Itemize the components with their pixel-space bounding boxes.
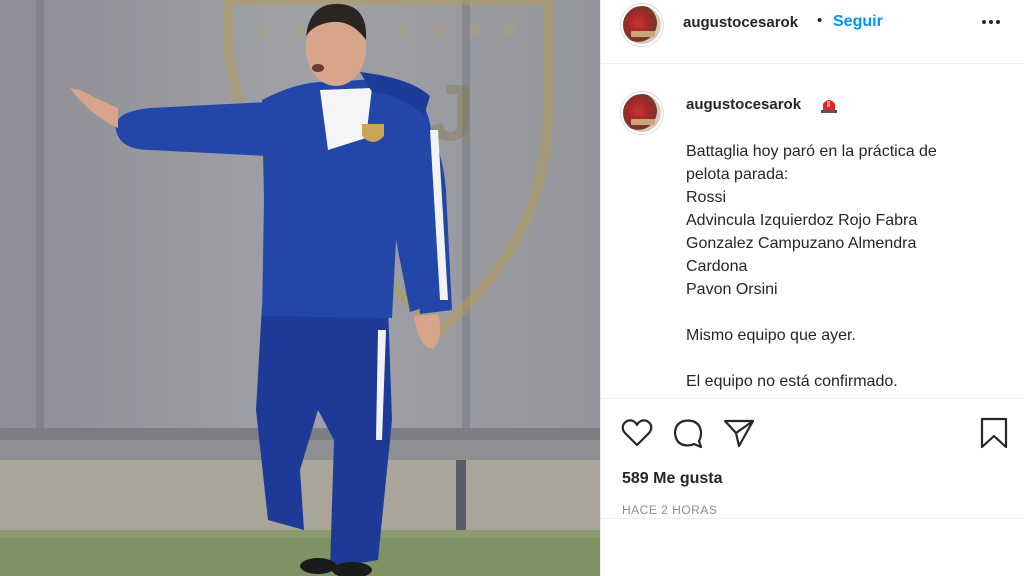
- caption-line: El equipo no está confirmado.: [686, 373, 898, 390]
- caption-line: Battaglia hoy paró en la práctica de: [686, 143, 937, 160]
- post-header: augustocesarok • Seguir: [601, 0, 1024, 64]
- paper-plane-icon[interactable]: [722, 416, 756, 450]
- post-detail-panel: augustocesarok • Seguir augustocesarok B…: [600, 0, 1024, 576]
- more-options-icon[interactable]: [979, 10, 1003, 34]
- post-photo[interactable]: J: [0, 0, 600, 576]
- caption-line: Pavon Orsini: [686, 281, 778, 298]
- caption-line: Mismo equipo que ayer.: [686, 327, 856, 344]
- siren-emoji-icon: [821, 100, 837, 113]
- caption-author-username[interactable]: augustocesarok: [686, 96, 801, 113]
- caption-author-avatar[interactable]: [621, 92, 663, 134]
- post-actions: 589 Me gusta HACE 2 HORAS: [601, 398, 1024, 518]
- caption-line: Gonzalez Campuzano Almendra: [686, 235, 917, 252]
- caption-line: Advincula Izquierdoz Rojo Fabra: [686, 212, 918, 229]
- caption-text: Battaglia hoy paró en la práctica de pel…: [686, 140, 1006, 393]
- caption-line: [686, 301, 1006, 324]
- caption-line: [686, 347, 1006, 370]
- heart-icon[interactable]: [620, 416, 654, 450]
- separator-dot: •: [817, 12, 823, 29]
- post-timestamp[interactable]: HACE 2 HORAS: [622, 503, 717, 517]
- author-username[interactable]: augustocesarok: [683, 14, 798, 31]
- caption-line: Cardona: [686, 258, 748, 275]
- comment-icon[interactable]: [671, 416, 705, 450]
- coach-photo-illustration: J: [0, 0, 600, 576]
- add-comment-area[interactable]: [601, 518, 1024, 576]
- caption-line: Rossi: [686, 189, 727, 206]
- caption-section: augustocesarok Battaglia hoy paró en la …: [601, 64, 1024, 398]
- likes-count[interactable]: 589 Me gusta: [622, 470, 722, 488]
- caption-line: pelota parada:: [686, 166, 789, 183]
- bookmark-icon[interactable]: [977, 416, 1011, 450]
- follow-button[interactable]: Seguir: [833, 13, 883, 31]
- author-avatar[interactable]: [621, 4, 663, 46]
